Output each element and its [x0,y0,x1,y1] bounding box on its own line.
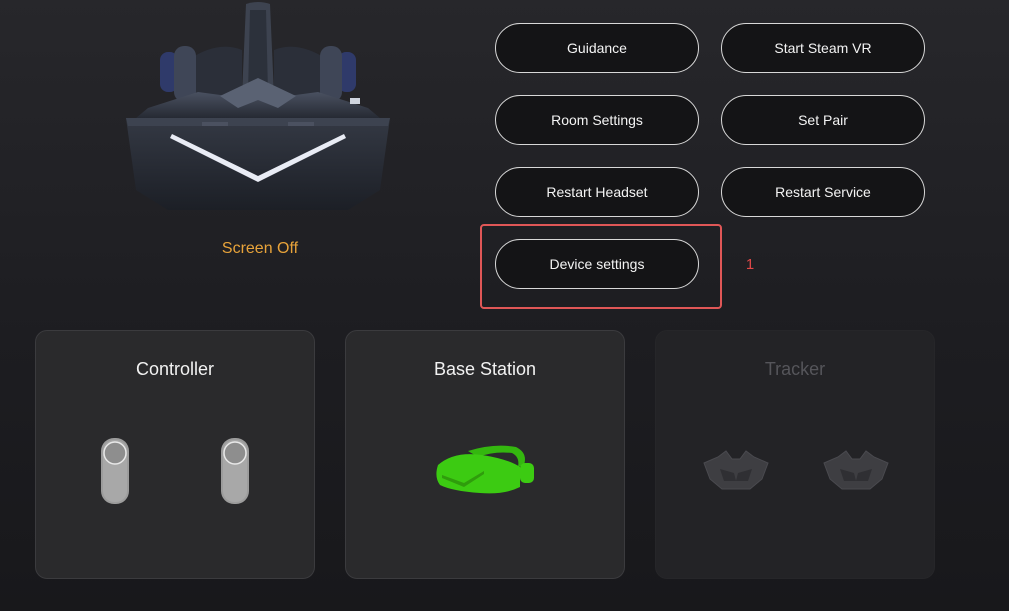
headset-green-icon [436,445,534,494]
headset-status: Screen Off [221,240,299,257]
headset-image [118,0,398,222]
room-settings-button[interactable]: Room Settings [495,95,699,145]
start-steam-vr-button[interactable]: Start Steam VR [721,23,925,73]
step-marker: 1 [745,256,755,273]
card-title: Tracker [764,359,826,379]
restart-headset-button[interactable]: Restart Headset [495,167,699,217]
set-pair-button[interactable]: Set Pair [721,95,925,145]
tracker-card[interactable]: Tracker [655,330,935,579]
restart-service-button[interactable]: Restart Service [721,167,925,217]
card-title: Controller [135,359,215,379]
tracker-icon [703,450,889,490]
card-title: Base Station [433,359,537,379]
controller-card[interactable]: Controller [35,330,315,579]
guidance-button[interactable]: Guidance [495,23,699,73]
highlight-box [480,224,722,309]
base-station-card[interactable]: Base Station [345,330,625,579]
controller-icon [101,438,249,504]
